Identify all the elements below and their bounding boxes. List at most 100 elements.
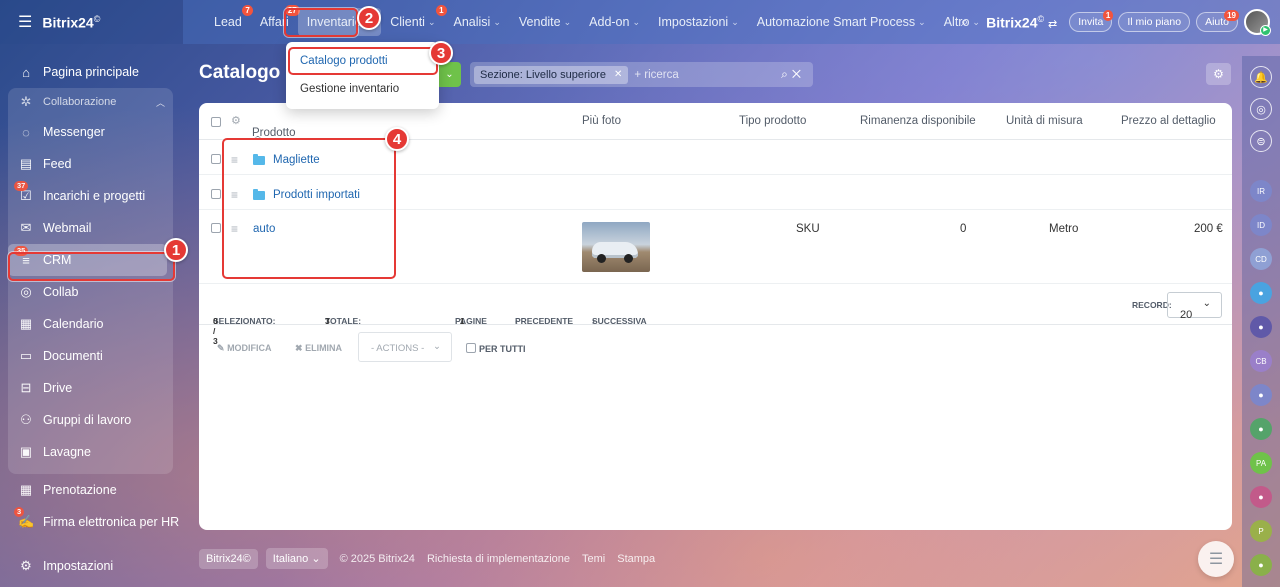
select-all-checkbox[interactable] (211, 117, 221, 127)
column-header-price[interactable]: Prezzo al dettaglio (1121, 115, 1216, 127)
column-header-unit[interactable]: Unità di misura (1006, 115, 1083, 127)
sidebar-item-feed[interactable]: ▤ Feed (8, 148, 173, 180)
menu-item-product-catalog[interactable]: Catalogo prodotti (300, 55, 388, 67)
search-clear-icons[interactable]: ⌕✕ (781, 67, 805, 82)
copilot-avatar-icon[interactable]: ● (1250, 486, 1272, 508)
nav-item-clienti[interactable]: Clienti ⌄ 1 (381, 5, 447, 36)
drag-handle-icon[interactable]: ≡ (231, 222, 238, 236)
actions-select[interactable]: - ACTIONS - ⌄ (358, 332, 452, 362)
recent-chat-avatar[interactable]: ID (1250, 214, 1272, 236)
column-settings-gear-icon[interactable]: ⚙ (231, 114, 241, 127)
search-icon[interactable]: ⌕ (961, 14, 968, 30)
product-name-link[interactable]: Prodotti importati (273, 189, 360, 201)
sidebar-item-collab[interactable]: ◎ Collab (8, 276, 173, 308)
product-name-link[interactable]: Magliette (273, 154, 320, 166)
boards-icon: ▣ (19, 444, 33, 459)
nav-item-analisi[interactable]: Analisi ⌄ (445, 8, 510, 36)
notification-bell-icon[interactable]: 🔔 (1250, 66, 1272, 88)
user-avatar[interactable]: ▶ (1244, 9, 1271, 36)
settings-gear-button[interactable]: ⚙ (1206, 63, 1231, 85)
search-input[interactable]: + ricerca (634, 69, 678, 81)
language-select[interactable]: Italiano ⌄ (265, 548, 328, 569)
nav-item-automazione-smart-process[interactable]: Automazione Smart Process ⌄ (748, 8, 935, 36)
row-checkbox[interactable] (211, 189, 221, 199)
sidebar-item-label: Calendario (43, 317, 104, 331)
nav-item-vendite[interactable]: Vendite ⌄ (510, 8, 580, 36)
collaboration-group-header[interactable]: ✲ Collaborazione ︿ (8, 88, 173, 116)
sidebar-item-webmail[interactable]: ✉ Webmail (8, 212, 173, 244)
edit-button[interactable]: ✎ MODIFICA (217, 343, 272, 354)
recent-chat-avatar[interactable]: CD (1250, 248, 1272, 270)
row-checkbox[interactable] (211, 154, 221, 164)
table-row[interactable]: ≡ auto SKU 0 Metro 200 € (199, 210, 1232, 284)
footer-link-implementation[interactable]: Richiesta di implementazione (427, 553, 570, 565)
sidebar-item-drive[interactable]: ⊟ Drive (8, 372, 173, 404)
invite-button[interactable]: Invita 1 (1069, 10, 1114, 32)
row-checkbox[interactable] (211, 223, 221, 233)
close-icon[interactable]: ✕ (614, 69, 622, 80)
filter-chip[interactable]: Sezione: Livello superiore ✕ (474, 65, 629, 84)
chevron-up-icon[interactable]: ︿ (156, 96, 165, 109)
sidebar-item-prenotazione[interactable]: ▦ Prenotazione (0, 474, 183, 506)
records-per-page-select[interactable]: 20 ⌄ (1167, 292, 1222, 321)
recent-chat-avatar[interactable]: IR (1250, 180, 1272, 202)
recent-chat-avatar[interactable]: PA (1250, 452, 1272, 474)
check-avatar-icon[interactable]: ● (1250, 554, 1272, 576)
sidebar-item-crm[interactable]: ≡ 35 CRM (8, 244, 167, 276)
footer-brand-button[interactable]: Bitrix24© (199, 548, 258, 569)
nav-item-lead[interactable]: Lead 7 (205, 5, 253, 36)
footer-link-print[interactable]: Stampa (617, 553, 655, 565)
drag-handle-icon[interactable]: ≡ (231, 188, 238, 202)
sidebar-item-firma-elettronica-per-hr[interactable]: ✍ 3 Firma elettronica per HR (0, 506, 183, 538)
nav-item-impostazioni[interactable]: Impostazioni ⌄ (649, 8, 748, 36)
sidebar-item-settings[interactable]: ⚙ Impostazioni (0, 550, 183, 582)
sidebar-item-incarichi-e-progetti[interactable]: ☑ 37 Incarichi e progetti (8, 180, 173, 212)
nav-item-add-on[interactable]: Add-on ⌄ (580, 8, 649, 36)
logo-area: ☰ Bitrix24© (0, 0, 183, 44)
chevron-down-icon: ⌄ (427, 16, 436, 27)
brand-logo-right[interactable]: Bitrix24© ⇄ (986, 14, 1057, 31)
table-row[interactable]: ≡ Prodotti importati (199, 175, 1232, 210)
column-header-photos[interactable]: Più foto (582, 115, 621, 127)
for-all-checkbox[interactable]: PER TUTTI (466, 343, 526, 354)
drag-handle-icon[interactable]: ≡ (231, 153, 238, 167)
product-name-link[interactable]: auto (253, 223, 275, 235)
collaboration-group: ✲ Collaborazione ︿ ◌ Messenger ▤ Feed ☑ 37 Inc… (8, 88, 173, 474)
nav-item-affari[interactable]: Affari 27 (251, 5, 300, 36)
user-avatar-icon[interactable]: ● (1250, 316, 1272, 338)
sidebar-item-calendario[interactable]: ▦ Calendario (8, 308, 173, 340)
sidebar-item-documenti[interactable]: ▭ Documenti (8, 340, 173, 372)
sidebar-item-gruppi-di-lavoro[interactable]: ⚇ Gruppi di lavoro (8, 404, 173, 436)
filter-search-bar[interactable]: Sezione: Livello superiore ✕ + ricerca ⌕✕ (470, 62, 813, 87)
group-avatar-icon[interactable]: ● (1250, 418, 1272, 440)
delete-button[interactable]: ✖ ELIMINA (295, 343, 342, 354)
chat-search-icon[interactable]: ⊜ (1250, 130, 1272, 152)
checkbox[interactable] (466, 343, 476, 353)
sidebar-badge: 35 (14, 245, 29, 256)
footer-link-themes[interactable]: Temi (582, 553, 605, 565)
chat-avatar-icon[interactable]: ● (1250, 282, 1272, 304)
copilot-icon[interactable]: ◎ (1250, 98, 1272, 120)
column-header-stock[interactable]: Rimanenza disponibile (860, 115, 976, 127)
sidebar-item-home[interactable]: ⌂ Pagina principale (0, 56, 183, 88)
logo[interactable]: Bitrix24© (42, 14, 100, 31)
menu-icon[interactable]: ☰ (18, 12, 32, 32)
sidebar-item-lavagne[interactable]: ▣ Lavagne (8, 436, 173, 468)
product-photo[interactable] (582, 222, 650, 272)
group-label: Collaborazione (43, 96, 117, 108)
my-plan-button[interactable]: Il mio piano (1118, 12, 1191, 32)
folder-icon (253, 189, 265, 200)
add-menu-chevron-button[interactable]: ⌄ (438, 62, 461, 87)
column-header-type[interactable]: Tipo prodotto (739, 115, 806, 127)
sidebar-item-messenger[interactable]: ◌ Messenger (8, 116, 173, 148)
pencil-icon: ✎ (217, 343, 225, 353)
chat-fab-button[interactable]: ☰ (1198, 541, 1234, 577)
recent-chat-avatar[interactable]: P (1250, 520, 1272, 542)
menu-item-inventory-management[interactable]: Gestione inventario (300, 83, 399, 95)
folder-icon (253, 154, 265, 165)
nav-label: Lead (214, 15, 242, 29)
group-avatar-icon[interactable]: ● (1250, 384, 1272, 406)
table-row[interactable]: ≡ Magliette (199, 140, 1232, 175)
help-button[interactable]: Aiuto 19 (1196, 10, 1239, 32)
recent-chat-avatar[interactable]: CB (1250, 350, 1272, 372)
